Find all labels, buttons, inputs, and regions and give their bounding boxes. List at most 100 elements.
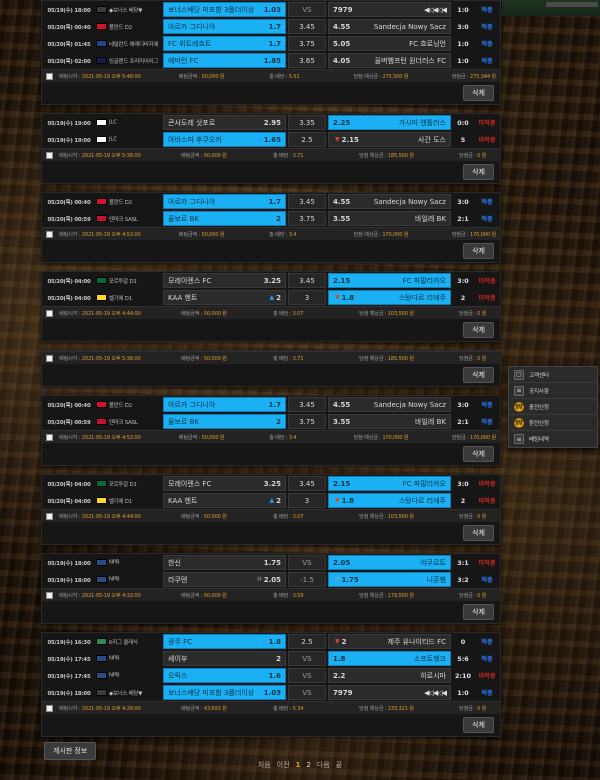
delete-button[interactable]: 삭제 xyxy=(463,367,494,383)
draw-cell[interactable]: -1.5 xyxy=(287,571,327,588)
home-selection-cell[interactable]: 라쿠텐 H 2.05 xyxy=(162,571,287,588)
draw-odds-button[interactable]: 3.45 xyxy=(288,397,326,412)
home-odds-button[interactable]: 올보르 BK 2 xyxy=(163,414,286,429)
away-odds-button[interactable]: 7979 ◀◁◀◁◀ xyxy=(328,685,451,700)
delete-button[interactable]: 삭제 xyxy=(463,446,494,462)
home-odds-button[interactable]: 보너스배당 미포함 3폴더이상 1.03 xyxy=(163,685,286,700)
home-selection-cell[interactable]: 한신 1.75 xyxy=(162,554,287,571)
draw-odds-button[interactable]: 3.75 xyxy=(288,211,326,226)
away-odds-button[interactable]: 3.55 바일레 BK xyxy=(328,211,451,226)
draw-cell[interactable]: VS xyxy=(287,554,327,571)
away-selection-cell[interactable]: 3.55 바일레 BK xyxy=(327,413,452,430)
pagination-page[interactable]: 1 xyxy=(296,761,301,769)
delete-button[interactable]: 삭제 xyxy=(463,164,494,180)
draw-cell[interactable]: 3.75 xyxy=(287,413,327,430)
away-selection-cell[interactable]: 2.15 FC 파말리카오 xyxy=(327,475,452,492)
delete-button[interactable]: 삭제 xyxy=(463,85,494,101)
draw-cell[interactable]: 3.65 xyxy=(287,52,327,69)
draw-cell[interactable]: 3.45 xyxy=(287,193,327,210)
delete-button[interactable]: 삭제 xyxy=(463,604,494,620)
away-selection-cell[interactable]: 2 ▼ 제주 유나이티드 FC xyxy=(327,633,452,650)
home-odds-button[interactable]: 한신 1.75 xyxy=(163,555,286,570)
pagination-next[interactable]: 다음 xyxy=(317,761,330,769)
draw-cell[interactable]: 2.5 xyxy=(287,633,327,650)
draw-cell[interactable]: 3.35 xyxy=(287,114,327,131)
draw-odds-button[interactable]: 3.45 xyxy=(288,476,326,491)
quick-menu-item[interactable]: ≡ 공지사항 xyxy=(509,383,597,399)
away-odds-button[interactable]: 2.15 FC 파말리카오 xyxy=(328,476,451,491)
away-selection-cell[interactable]: 4.55 Sandecja Nowy Sacz xyxy=(327,396,452,413)
home-odds-button[interactable]: 에버턴 FC 1.85 xyxy=(163,53,286,68)
home-odds-button[interactable]: 세이부 2 xyxy=(163,651,286,666)
away-odds-button[interactable]: 2 ▼ 제주 유나이티드 FC xyxy=(328,634,451,649)
draw-cell[interactable]: VS xyxy=(287,650,327,667)
delete-button[interactable]: 삭제 xyxy=(463,525,494,541)
away-odds-button[interactable]: 1.8 소프트뱅크 xyxy=(328,651,451,666)
home-selection-cell[interactable]: 아르카 그디니아 1.7 xyxy=(162,396,287,413)
home-odds-button[interactable]: 광주 FC ▲ 1.8 xyxy=(163,634,286,649)
away-odds-button[interactable]: 7979 ◀◁◀◁◀ xyxy=(328,2,451,17)
quick-menu-panel[interactable]: ▢ 고객센터 ≡ 공지사항 ₩ 충전신청 ₩ 환전신청 ≡ 베팅내역 xyxy=(508,366,598,448)
home-odds-button[interactable]: 올보르 BK 2 xyxy=(163,211,286,226)
away-selection-cell[interactable]: 4.55 Sandecja Nowy Sacz xyxy=(327,193,452,210)
home-selection-cell[interactable]: 보너스배당 미포함 3폴더이상 1.03 xyxy=(162,1,287,18)
pagination-last[interactable]: 끝 xyxy=(336,761,342,769)
draw-odds-button[interactable]: 3 xyxy=(288,290,326,305)
draw-cell[interactable]: 3 xyxy=(287,492,327,509)
away-odds-button[interactable]: 2.05 야쿠르트 xyxy=(328,555,451,570)
home-odds-button[interactable]: 모레이렌스 FC 3.25 xyxy=(163,476,286,491)
draw-odds-button[interactable]: 3.35 xyxy=(288,115,326,130)
draw-odds-button[interactable]: 3.65 xyxy=(288,53,326,68)
home-odds-button[interactable]: 모레이렌스 FC 3.25 xyxy=(163,273,286,288)
away-selection-cell[interactable]: 7979 ◀◁◀◁◀ xyxy=(327,1,452,18)
home-selection-cell[interactable]: KAA 헨트 ▲ 2 xyxy=(162,289,287,306)
home-selection-cell[interactable]: 모레이렌스 FC 3.25 xyxy=(162,475,287,492)
home-selection-cell[interactable]: 올보르 BK 2 xyxy=(162,210,287,227)
draw-odds-button[interactable]: 3.75 xyxy=(288,414,326,429)
quick-menu-item[interactable]: ₩ 환전신청 xyxy=(509,415,597,431)
away-odds-button[interactable]: 4.55 Sandecja Nowy Sacz xyxy=(328,19,451,34)
draw-odds-button[interactable]: 3.45 xyxy=(288,19,326,34)
draw-cell[interactable]: 3.45 xyxy=(287,475,327,492)
quick-menu-item[interactable]: ▢ 고객센터 xyxy=(509,367,597,383)
away-selection-cell[interactable]: 2.2 히로시마 xyxy=(327,667,452,684)
away-selection-cell[interactable]: 1.8 소프트뱅크 xyxy=(327,650,452,667)
home-selection-cell[interactable]: 모레이렌스 FC 3.25 xyxy=(162,272,287,289)
away-selection-cell[interactable]: 1.8 ▼ 스탕다르 리에주 xyxy=(327,289,452,306)
home-odds-button[interactable]: KAA 헨트 ▲ 2 xyxy=(163,493,286,508)
home-odds-button[interactable]: 오릭스 1.6 xyxy=(163,668,286,683)
home-selection-cell[interactable]: 콘사도레 삿포로 2.95 xyxy=(162,114,287,131)
home-odds-button[interactable]: FC 위트레흐트 1.7 xyxy=(163,36,286,51)
home-odds-button[interactable]: 아르카 그디니아 1.7 xyxy=(163,397,286,412)
home-selection-cell[interactable]: 아르카 그디니아 1.7 xyxy=(162,193,287,210)
quick-menu-item[interactable]: ≡ 베팅내역 xyxy=(509,431,597,447)
away-odds-button[interactable]: 1.75 H 니혼햄 xyxy=(328,572,451,587)
away-odds-button[interactable]: 2.15 FC 파말리카오 xyxy=(328,273,451,288)
draw-odds-button[interactable]: 2.5 xyxy=(288,132,326,147)
home-odds-button[interactable]: 보너스배당 미포함 3폴더이상 1.03 xyxy=(163,2,286,17)
draw-cell[interactable]: VS xyxy=(287,684,327,701)
away-selection-cell[interactable]: 1.8 ▼ 스탕다르 리에주 xyxy=(327,492,452,509)
home-selection-cell[interactable]: 세이부 2 xyxy=(162,650,287,667)
home-odds-button[interactable]: 아르카 그디니아 1.7 xyxy=(163,194,286,209)
select-slip-checkbox[interactable] xyxy=(46,704,53,712)
home-selection-cell[interactable]: 광주 FC ▲ 1.8 xyxy=(162,633,287,650)
home-odds-button[interactable]: 아르카 그디니아 1.7 xyxy=(163,19,286,34)
away-selection-cell[interactable]: 4.05 울버햄프턴 원더러스 FC xyxy=(327,52,452,69)
away-selection-cell[interactable]: 7979 ◀◁◀◁◀ xyxy=(327,684,452,701)
select-slip-checkbox[interactable] xyxy=(46,151,53,159)
home-selection-cell[interactable]: 에버턴 FC 1.85 xyxy=(162,52,287,69)
select-slip-checkbox[interactable] xyxy=(46,230,53,238)
draw-odds-button[interactable]: 3.75 xyxy=(288,36,326,51)
draw-cell[interactable]: 3.45 xyxy=(287,272,327,289)
draw-cell[interactable]: 3.45 xyxy=(287,396,327,413)
draw-cell[interactable]: VS xyxy=(287,667,327,684)
home-odds-button[interactable]: KAA 헨트 ▲ 2 xyxy=(163,290,286,305)
away-selection-cell[interactable]: 5.05 FC 흐로닝언 xyxy=(327,35,452,52)
draw-odds-button[interactable]: -1.5 xyxy=(288,572,326,587)
away-odds-button[interactable]: 3.55 바일레 BK xyxy=(328,414,451,429)
away-odds-button[interactable]: 2.2 히로시마 xyxy=(328,668,451,683)
away-selection-cell[interactable]: 1.75 H 니혼햄 xyxy=(327,571,452,588)
draw-odds-button[interactable]: 3 xyxy=(288,493,326,508)
select-slip-checkbox[interactable] xyxy=(46,72,53,80)
